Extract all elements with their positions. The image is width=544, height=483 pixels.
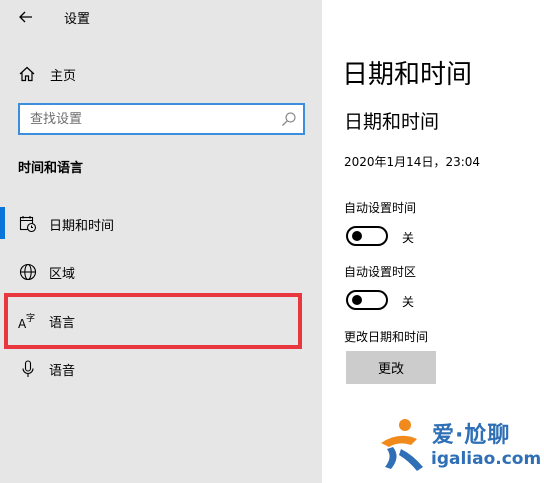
search-input[interactable]: [30, 110, 270, 128]
search-icon: [282, 112, 296, 126]
current-datetime: 2020年1月14日，23:04: [344, 155, 481, 169]
home-label: 主页: [50, 69, 77, 84]
change-datetime-label: 更改日期和时间: [344, 330, 429, 344]
language-icon: A 字: [18, 312, 35, 331]
auto-time-label: 自动设置时间: [344, 201, 417, 215]
sidebar-item-date-time[interactable]: 日期和时间: [0, 200, 322, 246]
calendar-clock-icon: [19, 216, 37, 233]
sidebar-item-label: 语言: [49, 316, 76, 331]
sidebar-item-label: 语音: [49, 364, 76, 379]
change-button[interactable]: 更改: [346, 351, 436, 384]
sidebar-item-label: 区域: [49, 267, 76, 282]
auto-time-state: 关: [402, 231, 415, 245]
sidebar-item-language[interactable]: A 字 语言: [0, 297, 322, 343]
auto-timezone-label: 自动设置时区: [344, 265, 417, 279]
search-box[interactable]: [18, 103, 305, 135]
app-title: 设置: [64, 12, 91, 27]
auto-timezone-toggle[interactable]: [346, 290, 388, 310]
watermark-logo-icon: [381, 419, 423, 471]
watermark: 爱·尬聊 igaliao.com: [371, 413, 541, 477]
sidebar-item-speech[interactable]: 语音: [0, 345, 322, 391]
section-heading: 日期和时间: [344, 111, 440, 133]
sidebar: 设置 主页 时间和语言 日期和时间: [0, 0, 322, 483]
section-title: 时间和语言: [18, 161, 84, 176]
sidebar-item-region[interactable]: 区域: [0, 248, 322, 294]
back-button[interactable]: [14, 6, 38, 28]
toggle-knob: [352, 231, 362, 241]
svg-text:字: 字: [26, 312, 35, 324]
selected-indicator: [0, 207, 5, 239]
main-panel: 日期和时间 日期和时间 2020年1月14日，23:04 自动设置时间 关 自动…: [322, 0, 544, 483]
back-arrow-icon: [19, 11, 32, 23]
watermark-text: 爱·尬聊: [432, 423, 511, 448]
home-icon: [19, 66, 35, 82]
auto-timezone-state: 关: [402, 295, 415, 309]
sidebar-item-label: 日期和时间: [49, 219, 115, 234]
toggle-knob: [352, 295, 362, 305]
watermark-url: igaliao.com: [431, 449, 542, 469]
page-title: 日期和时间: [342, 60, 473, 90]
globe-icon: [19, 263, 37, 281]
sidebar-item-home[interactable]: 主页: [0, 58, 322, 88]
microphone-icon: [22, 360, 34, 377]
auto-time-toggle[interactable]: [346, 226, 388, 246]
